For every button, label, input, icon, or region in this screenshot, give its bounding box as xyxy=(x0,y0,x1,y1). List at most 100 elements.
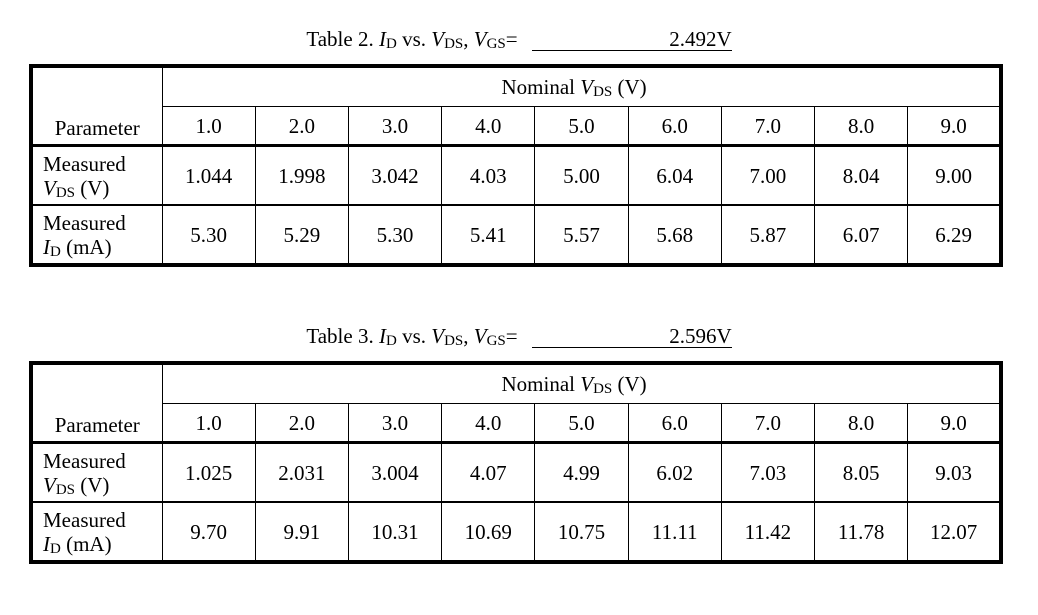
nominal-vds-cell: 8.0 xyxy=(814,106,909,147)
table-cell: 6.29 xyxy=(907,204,1002,266)
table-cell: 8.04 xyxy=(814,145,909,206)
row-label-line1: Measured xyxy=(43,210,126,235)
table-cell: 1.044 xyxy=(161,145,256,206)
row-label-sub: DS xyxy=(55,481,76,498)
row-label-var: V xyxy=(43,175,56,200)
table-cell: 5.57 xyxy=(534,204,629,266)
caption-eq: = xyxy=(505,324,518,348)
caption-prefix: Table 3. xyxy=(306,324,379,348)
table-cell: 5.30 xyxy=(347,204,443,266)
vgs-value-field: 2.492V xyxy=(531,28,732,51)
table-row-measured-id: Measured ID (mA) 9.70 9.91 10.31 10.69 10… xyxy=(30,501,1002,563)
table-cell: 5.00 xyxy=(534,145,629,206)
row-label-unit: (V) xyxy=(75,175,110,200)
caption-eq: = xyxy=(505,27,518,51)
nominal-vds-cell: 2.0 xyxy=(254,403,349,444)
row-label-line1: Measured xyxy=(43,448,126,473)
table-cell: 2.031 xyxy=(254,442,349,503)
nominal-unit: (V) xyxy=(612,75,647,99)
table-row-measured-vds: Measured VDS (V) 1.044 1.998 3.042 4.03 5… xyxy=(30,145,1002,206)
table-cell: 5.29 xyxy=(254,204,349,266)
row-label: Measured VDS (V) xyxy=(30,145,163,206)
table-cell: 5.41 xyxy=(441,204,536,266)
caption-vgs-sub: GS xyxy=(486,36,506,52)
table-cell: 6.07 xyxy=(814,204,909,266)
nominal-vds-cell: 9.0 xyxy=(907,106,1002,147)
table-cell: 8.05 xyxy=(814,442,909,503)
nominal-var: V xyxy=(580,75,594,99)
table-cell: 3.004 xyxy=(347,442,443,503)
caption-vs: vs. xyxy=(396,27,432,51)
row-label-var: I xyxy=(43,531,50,556)
nominal-var: V xyxy=(580,372,594,396)
table-cell: 6.04 xyxy=(627,145,722,206)
row-label-sub: DS xyxy=(55,184,76,201)
nominal-vds-cell: 6.0 xyxy=(627,106,722,147)
caption-vds-var: V xyxy=(431,27,445,51)
caption-id-var: I xyxy=(378,27,386,51)
row-label-unit: (mA) xyxy=(60,234,112,259)
parameter-header: Parameter xyxy=(30,362,163,444)
table-cell: 4.07 xyxy=(441,442,536,503)
table-3-caption: Table 3. ID vs. VDS, VGS= 2.596V xyxy=(0,324,1038,349)
caption-id-var: I xyxy=(378,324,386,348)
nominal-unit: (V) xyxy=(612,372,647,396)
table-cell: 12.07 xyxy=(907,501,1002,563)
nominal-vds-cell: 2.0 xyxy=(254,106,349,147)
caption-vds-sub: DS xyxy=(444,333,464,349)
table-cell: 9.03 xyxy=(907,442,1002,503)
nominal-vds-cell: 8.0 xyxy=(814,403,909,444)
table-cell: 11.78 xyxy=(814,501,909,563)
caption-vgs-sub: GS xyxy=(486,333,506,349)
nominal-vds-cell: 4.0 xyxy=(441,106,536,147)
table-cell: 5.87 xyxy=(720,204,816,266)
caption-vgs-var: V xyxy=(473,27,487,51)
nominal-vds-cell: 3.0 xyxy=(347,403,443,444)
row-label: Measured VDS (V) xyxy=(30,442,163,503)
nominal-vds-header: Nominal VDS (V) xyxy=(161,65,1002,107)
table-2: Parameter Nominal VDS (V) 1.0 2.0 3.0 4.… xyxy=(29,64,1003,267)
row-label-unit: (mA) xyxy=(60,531,112,556)
row-label-sub: D xyxy=(50,540,61,557)
nominal-vds-cell: 1.0 xyxy=(161,106,256,147)
table-cell: 10.75 xyxy=(534,501,629,563)
caption-id-sub: D xyxy=(385,333,397,349)
caption-vds-var: V xyxy=(431,324,445,348)
table-cell: 11.11 xyxy=(627,501,722,563)
caption-id-sub: D xyxy=(385,36,397,52)
nominal-vds-row: 1.0 2.0 3.0 4.0 5.0 6.0 7.0 8.0 9.0 xyxy=(31,403,1002,444)
table-cell: 6.02 xyxy=(627,442,722,503)
nominal-text: Nominal xyxy=(501,372,581,396)
parameter-header: Parameter xyxy=(30,65,163,147)
nominal-text: Nominal xyxy=(501,75,581,99)
row-label-var: I xyxy=(43,234,50,259)
row-label: Measured ID (mA) xyxy=(30,501,163,563)
caption-vgs-var: V xyxy=(473,324,487,348)
nominal-sub: DS xyxy=(593,84,613,100)
table-cell: 10.31 xyxy=(347,501,443,563)
nominal-vds-cell: 5.0 xyxy=(534,403,629,444)
table-3: Parameter Nominal VDS (V) 1.0 2.0 3.0 4.… xyxy=(29,361,1003,564)
row-label-var: V xyxy=(43,472,56,497)
nominal-vds-cell: 9.0 xyxy=(907,403,1002,444)
nominal-vds-cell: 5.0 xyxy=(534,106,629,147)
caption-vs: vs. xyxy=(396,324,432,348)
table-cell: 7.03 xyxy=(720,442,816,503)
table-cell: 4.99 xyxy=(534,442,629,503)
table-cell: 7.00 xyxy=(720,145,816,206)
table-cell: 1.025 xyxy=(161,442,256,503)
nominal-sub: DS xyxy=(593,381,613,397)
table-header-group-row: Parameter Nominal VDS (V) xyxy=(30,362,1002,444)
row-label-line1: Measured xyxy=(43,507,126,532)
table-row-measured-vds: Measured VDS (V) 1.025 2.031 3.004 4.07 4… xyxy=(30,442,1002,503)
table-row-measured-id: Measured ID (mA) 5.30 5.29 5.30 5.41 5.57… xyxy=(30,204,1002,266)
table-cell: 3.042 xyxy=(347,145,443,206)
row-label-line1: Measured xyxy=(43,151,126,176)
table-2-caption: Table 2. ID vs. VDS, VGS= 2.492V xyxy=(0,27,1038,52)
row-label: Measured ID (mA) xyxy=(30,204,163,266)
nominal-vds-cell: 6.0 xyxy=(627,403,722,444)
nominal-vds-cell: 7.0 xyxy=(720,106,816,147)
nominal-vds-row: 1.0 2.0 3.0 4.0 5.0 6.0 7.0 8.0 9.0 xyxy=(31,106,1002,147)
row-label-sub: D xyxy=(50,243,61,260)
nominal-vds-cell: 4.0 xyxy=(441,403,536,444)
